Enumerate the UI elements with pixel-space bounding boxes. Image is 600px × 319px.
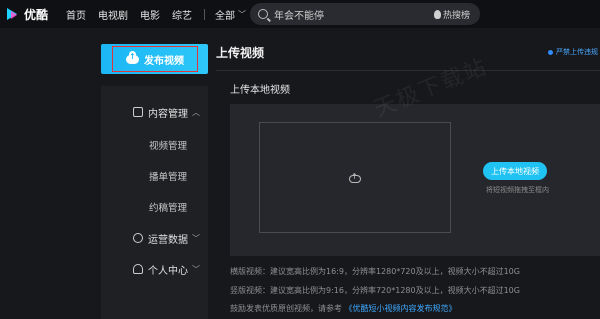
search-input[interactable]: 年会不能停 xyxy=(274,7,434,22)
nav-variety[interactable]: 综艺 xyxy=(172,7,192,22)
section-title: 上传本地视频 xyxy=(230,85,290,96)
hot-search-button[interactable]: 热搜榜 xyxy=(433,8,470,21)
sidebar-group-label: 个人中心 xyxy=(148,265,188,277)
nav-tv[interactable]: 电视剧 xyxy=(98,7,128,22)
chevron-down-icon: ﹀ xyxy=(238,9,247,19)
sidebar-group-content[interactable]: 内容管理 ︿ xyxy=(101,102,208,122)
sidebar: 内容管理 ︿ 视频管理 播单管理 约稿管理 运营数据 ﹀ 个人中心 ﹀ xyxy=(101,86,208,319)
sidebar-item-playlist-manage[interactable]: 播单管理 xyxy=(149,169,187,183)
logo-text: 优酷 xyxy=(24,7,49,22)
notice-text: 严禁上传违规 xyxy=(556,48,598,56)
top-nav-bar: 优酷 首页 电视剧 电影 综艺 全部 ﹀ 年会不能停 热搜榜 xyxy=(0,0,600,28)
nav-divider xyxy=(204,8,206,20)
sidebar-group-label: 内容管理 xyxy=(148,108,188,120)
drag-hint: 将短视频拖拽至框内 xyxy=(486,186,549,194)
youku-logo[interactable]: 优酷 xyxy=(6,6,48,23)
user-icon xyxy=(133,264,143,274)
upload-local-video-button[interactable]: 上传本地视频 xyxy=(483,162,547,180)
sidebar-group-profile[interactable]: 个人中心 ﹀ xyxy=(101,259,208,279)
upload-dropzone[interactable] xyxy=(259,122,451,233)
chevron-up-icon: ︿ xyxy=(192,107,200,117)
sidebar-item-video-manage[interactable]: 视频管理 xyxy=(149,138,187,152)
violation-notice[interactable]: 严禁上传违规 xyxy=(548,47,598,57)
pie-chart-icon xyxy=(133,233,143,243)
policy-guideline: 鼓励发表优质原创视频，请参考 《优酷短小视频内容发布规范》 xyxy=(230,303,457,314)
sidebar-item-commission-manage[interactable]: 约稿管理 xyxy=(149,200,187,214)
youku-logo-icon xyxy=(6,7,22,21)
portrait-guideline: 竖版视频：建议宽高比例为9:16，分辨率720*1280及以上，视频大小不超过1… xyxy=(230,286,520,295)
cloud-upload-icon xyxy=(349,172,361,183)
main-nav: 首页 电视剧 电影 综艺 全部 ﹀ xyxy=(66,7,246,22)
sidebar-group-label: 运营数据 xyxy=(148,234,188,246)
nav-all-dropdown[interactable]: 全部 ﹀ xyxy=(215,7,246,22)
search-icon[interactable] xyxy=(258,9,268,19)
content-icon xyxy=(133,107,143,117)
flame-icon xyxy=(433,9,441,19)
nav-all-label: 全部 xyxy=(215,10,236,22)
sidebar-group-data[interactable]: 运营数据 ﹀ xyxy=(101,228,208,248)
cloud-upload-icon xyxy=(126,50,139,64)
publish-video-panel: 发布视频 xyxy=(101,44,208,74)
nav-movie[interactable]: 电影 xyxy=(140,7,160,22)
page-title: 上传视频 xyxy=(216,46,265,60)
publish-video-button[interactable]: 发布视频 xyxy=(112,46,198,72)
hot-search-label: 热搜榜 xyxy=(442,10,470,21)
policy-link[interactable]: 《优酷短小视频内容发布规范》 xyxy=(345,304,457,313)
title-divider xyxy=(216,70,600,71)
chevron-down-icon: ﹀ xyxy=(192,264,200,274)
chevron-down-icon: ﹀ xyxy=(192,233,200,243)
policy-prefix: 鼓励发表优质原创视频，请参考 xyxy=(230,304,342,313)
info-dot-icon xyxy=(548,49,553,55)
search-bar[interactable]: 年会不能停 热搜榜 xyxy=(250,3,480,25)
publish-video-label: 发布视频 xyxy=(144,55,184,67)
landscape-guideline: 横版视频：建议宽高比例为16:9，分辨率1280*720及以上，视频大小不超过1… xyxy=(230,267,520,276)
nav-home[interactable]: 首页 xyxy=(66,7,86,22)
